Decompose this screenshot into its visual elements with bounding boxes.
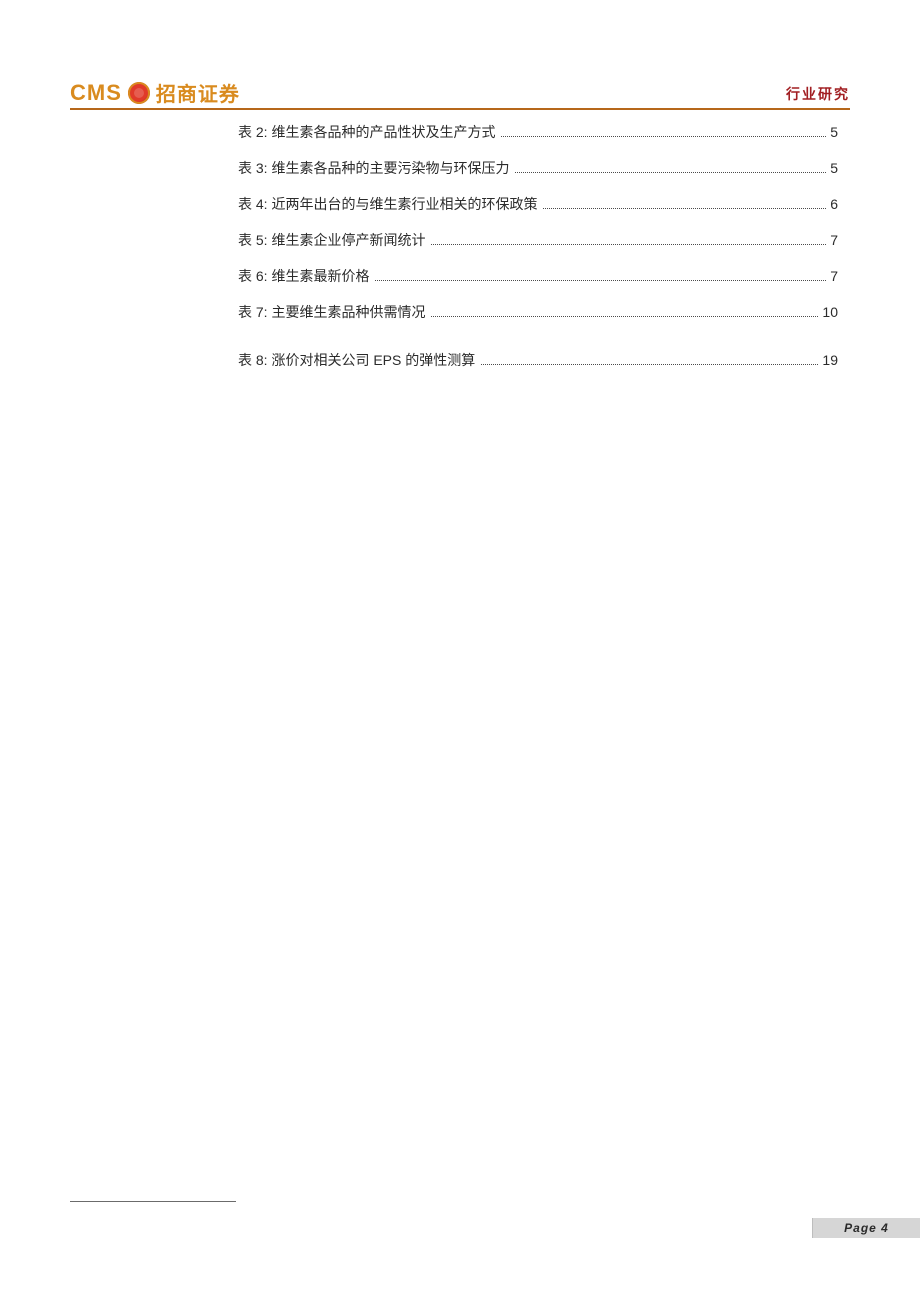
- toc-leader-dots: [501, 136, 826, 137]
- toc-entry-page: 7: [830, 232, 838, 248]
- toc-entry: 表 3: 维生素各品种的主要污染物与环保压力 5: [238, 158, 838, 194]
- toc-entry-label: 表 8: 涨价对相关公司 EPS 的弹性测算: [238, 350, 475, 370]
- table-of-contents: 表 2: 维生素各品种的产品性状及生产方式 5 表 3: 维生素各品种的主要污染…: [238, 122, 838, 386]
- toc-entry: 表 8: 涨价对相关公司 EPS 的弹性测算 19: [238, 350, 838, 386]
- toc-entry: 表 2: 维生素各品种的产品性状及生产方式 5: [238, 122, 838, 158]
- toc-entry: 表 5: 维生素企业停产新闻统计 7: [238, 230, 838, 266]
- toc-entry-label: 表 7: 主要维生素品种供需情况: [238, 302, 425, 322]
- page-number-badge: Page 4: [812, 1218, 920, 1238]
- toc-entry-label: 表 6: 维生素最新价格: [238, 266, 369, 286]
- toc-entry: 表 6: 维生素最新价格 7: [238, 266, 838, 302]
- page: CMS 招商证券 行业研究 表 2: 维生素各品种的产品性状及生产方式 5 表 …: [0, 0, 920, 1302]
- toc-entry: 表 7: 主要维生素品种供需情况 10: [238, 302, 838, 338]
- toc-leader-dots: [431, 316, 818, 317]
- toc-entry-page: 19: [822, 352, 838, 368]
- toc-leader-dots: [481, 364, 818, 365]
- toc-entry-label: 表 4: 近两年出台的与维生素行业相关的环保政策: [238, 194, 537, 214]
- header-divider: [70, 108, 850, 110]
- toc-entry-page: 10: [822, 304, 838, 320]
- toc-entry-label: 表 3: 维生素各品种的主要污染物与环保压力: [238, 158, 509, 178]
- logo-cn-text: 招商证券: [156, 78, 240, 107]
- toc-entry-label: 表 5: 维生素企业停产新闻统计: [238, 230, 425, 250]
- header-category-label: 行业研究: [786, 84, 850, 104]
- toc-leader-dots: [375, 280, 826, 281]
- toc-entry-label: 表 2: 维生素各品种的产品性状及生产方式: [238, 122, 495, 142]
- logo-latin-text: CMS: [70, 80, 122, 106]
- toc-leader-dots: [515, 172, 826, 173]
- medal-icon: [128, 82, 150, 104]
- toc-entry-page: 6: [830, 196, 838, 212]
- toc-spacer: [238, 338, 838, 350]
- footer-divider: [70, 1201, 236, 1202]
- toc-entry-page: 7: [830, 268, 838, 284]
- toc-leader-dots: [431, 244, 826, 245]
- toc-entry-page: 5: [830, 124, 838, 140]
- toc-entry: 表 4: 近两年出台的与维生素行业相关的环保政策 6: [238, 194, 838, 230]
- toc-leader-dots: [543, 208, 826, 209]
- toc-entry-page: 5: [830, 160, 838, 176]
- page-header: CMS 招商证券 行业研究: [70, 78, 850, 107]
- brand-logo: CMS 招商证券: [70, 78, 850, 107]
